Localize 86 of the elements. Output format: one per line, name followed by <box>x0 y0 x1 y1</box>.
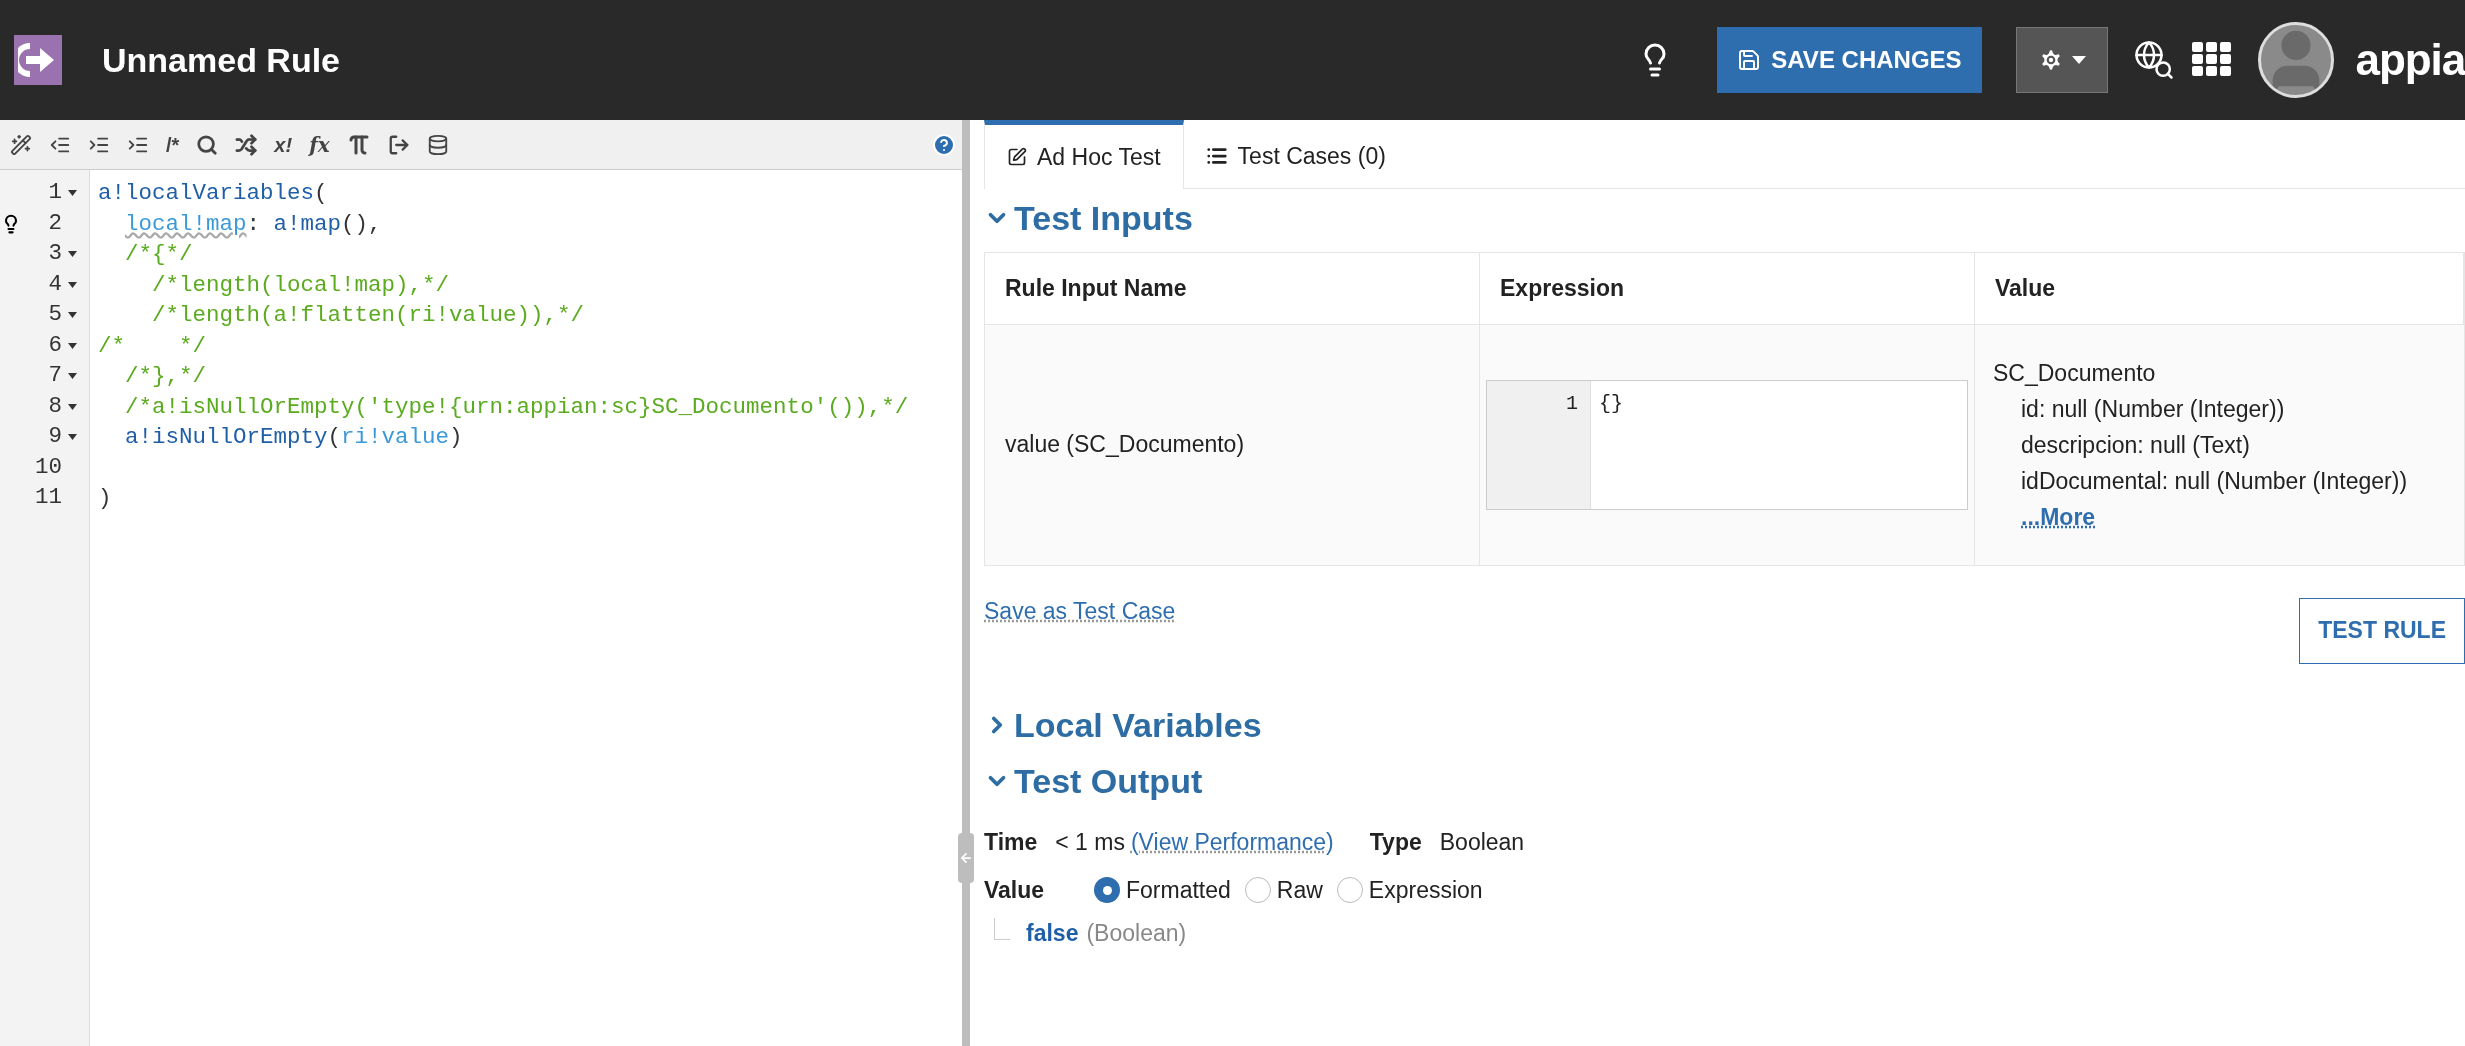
value-field: id: null (Number (Integer)) <box>2021 390 2446 427</box>
code-token: ) <box>449 424 463 450</box>
edit-icon <box>1007 147 1027 167</box>
caret-icon <box>2071 56 2086 64</box>
code-token: /*length(a!flatten(ri!value)),*/ <box>152 302 585 328</box>
code-token: : <box>246 210 262 237</box>
line-number: 2 <box>47 208 62 238</box>
column-header: Value <box>1975 252 2464 325</box>
value-field: idDocumental: null (Number (Integer)) <box>2021 462 2446 499</box>
section-header[interactable]: Local Variables <box>984 703 1262 746</box>
tab[interactable]: Ad Hoc Test <box>984 120 1184 189</box>
code-token: /*a!isNullOrEmpty('type!{urn:appian:sc}SC_Documento'()),*/ <box>125 393 909 420</box>
line-number: 7 <box>47 361 62 391</box>
test-rule-button[interactable]: TEST RULE <box>2299 597 2465 664</box>
help-icon[interactable] <box>932 132 956 157</box>
line-number: 5 <box>47 300 62 330</box>
tree-connector <box>994 918 1010 940</box>
app-grid-icon[interactable] <box>2191 42 2232 78</box>
section-header[interactable]: Test Output <box>984 760 1203 803</box>
result-value: false <box>1026 918 1079 948</box>
code-token: a!localVariables <box>98 180 315 206</box>
code-token: /*{*/ <box>125 241 193 267</box>
comment-button[interactable]: /* <box>160 126 186 163</box>
line-number: 10 <box>34 452 62 482</box>
section-header[interactable]: Test Inputs <box>984 197 1193 240</box>
line-number: 3 <box>47 239 62 269</box>
radio-button[interactable] <box>1336 877 1363 904</box>
line-number: 6 <box>47 330 62 360</box>
save-changes-button[interactable]: SAVE CHANGES <box>1717 27 1982 93</box>
globe-search-icon[interactable] <box>2133 40 2174 80</box>
code-token: a!map <box>273 210 342 237</box>
line-number: 9 <box>47 422 62 452</box>
code-token: ) <box>98 485 112 511</box>
brand-logo: appia <box>2355 34 2465 86</box>
rule-logo-icon <box>14 35 62 85</box>
code-token: /*length(local!map),*/ <box>152 271 450 298</box>
fold-caret-icon[interactable] <box>67 281 77 288</box>
fold-caret-icon[interactable] <box>67 434 77 441</box>
save-icon <box>1737 48 1762 72</box>
line-number: 1 <box>47 178 62 208</box>
line-number: 1 <box>1566 391 1578 415</box>
time-label: Time <box>984 827 1038 857</box>
table-cell-text: value (SC_Documento) <box>1005 430 1245 460</box>
collapse-handle[interactable] <box>958 833 974 883</box>
list-icon <box>1205 145 1228 167</box>
type-label: Type <box>1369 827 1422 857</box>
rule-title: Unnamed Rule <box>102 39 341 81</box>
code-token: ri!value <box>341 424 450 450</box>
fold-caret-icon[interactable] <box>67 190 77 197</box>
not-null-button[interactable]: x! <box>268 126 299 163</box>
code-token: local!map <box>125 210 247 237</box>
tab[interactable]: Test Cases (0) <box>1183 119 1408 188</box>
column-header: Expression <box>1480 252 1975 325</box>
expression-editor[interactable]: 1 {} <box>1486 379 1968 510</box>
save-test-case-link[interactable]: Save as Test Case <box>984 593 1176 628</box>
line-number: 8 <box>47 391 62 421</box>
fold-caret-icon[interactable] <box>67 403 77 410</box>
settings-dropdown-button[interactable] <box>2015 27 2108 93</box>
radio-option[interactable]: Raw <box>1244 873 1323 908</box>
radio-option[interactable]: Expression <box>1336 873 1483 908</box>
fold-caret-icon[interactable] <box>67 251 77 258</box>
type-value: Boolean <box>1439 827 1525 857</box>
code-token: ( <box>314 180 328 206</box>
value-field: descripcion: null (Text) <box>2021 426 2446 463</box>
code-token: a!isNullOrEmpty <box>125 424 328 450</box>
code-token: ( <box>327 424 342 450</box>
code-token: /* */ <box>98 332 207 359</box>
time-value: < 1 ms <box>1055 827 1125 857</box>
code-token: (), <box>341 210 382 237</box>
more-link[interactable]: ...More <box>2021 498 2096 535</box>
result-type: (Boolean) <box>1086 918 1187 948</box>
code-token: /*},*/ <box>125 363 207 389</box>
fold-caret-icon[interactable] <box>67 312 77 319</box>
line-number: 11 <box>34 483 62 513</box>
radio-button[interactable] <box>1094 877 1120 904</box>
fold-caret-icon[interactable] <box>67 373 77 380</box>
value-label: Value <box>984 876 1046 905</box>
line-number: 4 <box>47 269 62 299</box>
function-button[interactable]: fx <box>303 126 336 163</box>
value-type: SC_Documento <box>1993 358 2157 388</box>
radio-option[interactable]: Formatted <box>1094 873 1231 908</box>
view-performance-link[interactable]: (View Performance) <box>1130 824 1334 859</box>
radio-button[interactable] <box>1244 877 1271 904</box>
fold-caret-icon[interactable] <box>67 342 77 349</box>
code-token: {} <box>1599 391 1623 415</box>
column-header: Rule Input Name <box>985 252 1480 325</box>
